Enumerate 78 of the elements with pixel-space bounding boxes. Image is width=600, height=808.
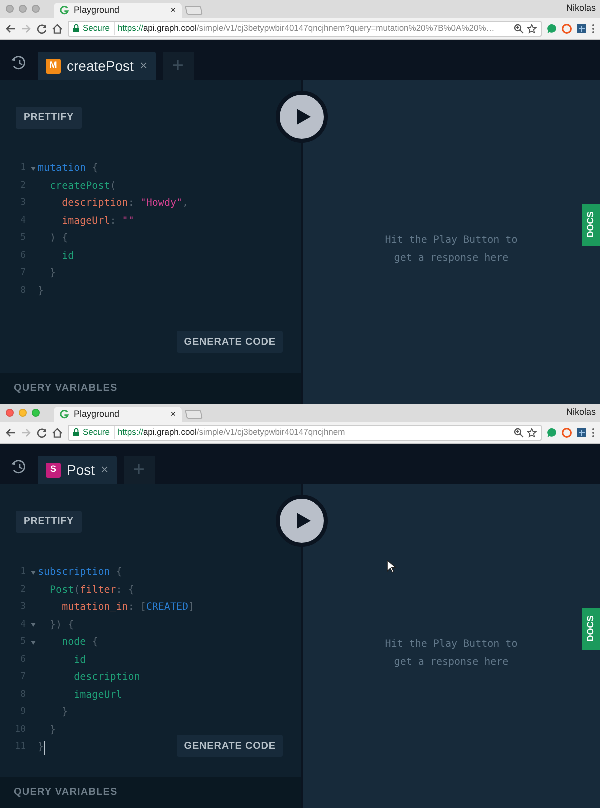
code-line: description: "Howdy", <box>61 197 189 212</box>
url-text: https://api.graph.cool/simple/v1/cj3betypwbir40147qncjhnem <box>118 426 346 439</box>
code-line: subscription { <box>38 566 122 580</box>
operation-badge: S <box>46 462 61 478</box>
back-icon[interactable] <box>5 24 16 34</box>
reload-icon[interactable] <box>37 428 47 438</box>
code-line: createPost( <box>49 180 116 194</box>
chat-bubble-icon[interactable] <box>547 428 557 438</box>
grid-icon[interactable] <box>577 24 587 34</box>
code-line: description <box>73 671 140 686</box>
home-icon[interactable] <box>52 24 63 34</box>
generate-code-button[interactable]: GENERATE CODE <box>177 735 283 757</box>
lock-icon <box>73 24 80 33</box>
browser-tab[interactable]: Playground × <box>54 407 182 422</box>
code-line: } <box>49 267 56 282</box>
history-icon[interactable] <box>10 459 28 475</box>
prettify-button[interactable]: PRETTIFY <box>16 107 82 129</box>
play-icon <box>296 512 312 530</box>
g-logo-icon <box>60 6 69 15</box>
code-line: }) { <box>49 618 74 633</box>
profile-name[interactable]: Nikolas <box>566 2 600 16</box>
code-line: imageUrl <box>73 688 122 703</box>
zoom-icon[interactable] <box>514 24 524 34</box>
url-text: https://api.graph.cool/simple/v1/cj3betypwbir40147qncjhnem?query=mutation%20%7B%0A%20%… <box>118 22 496 35</box>
docs-tab[interactable]: DOCS <box>582 608 600 650</box>
browser-tab[interactable]: Playground × <box>54 3 182 18</box>
prettify-button[interactable]: PRETTIFY <box>16 511 82 533</box>
code-line: } <box>61 706 68 720</box>
home-icon[interactable] <box>52 428 63 438</box>
code-line: mutation_in: [CREATED] <box>61 601 195 616</box>
generate-code-button[interactable]: GENERATE CODE <box>177 331 283 353</box>
close-icon[interactable]: × <box>170 408 176 422</box>
menu-icon[interactable] <box>592 428 595 438</box>
history-icon[interactable] <box>10 55 28 71</box>
tab-title: Playground <box>74 408 121 421</box>
close-icon[interactable]: × <box>101 460 109 480</box>
g-logo-icon <box>60 410 69 419</box>
code-line: mutation { <box>38 162 98 176</box>
zoom-icon[interactable] <box>514 428 524 438</box>
query-variables-bar[interactable]: QUERY VARIABLES <box>0 777 301 808</box>
star-icon[interactable] <box>527 428 537 438</box>
play-icon <box>296 108 312 126</box>
star-icon[interactable] <box>527 24 537 34</box>
fold-arrow-icon[interactable] <box>30 640 36 645</box>
back-icon[interactable] <box>5 428 16 438</box>
close-icon[interactable]: × <box>170 4 176 18</box>
code-line: id <box>61 250 74 264</box>
docs-tab[interactable]: DOCS <box>582 204 600 246</box>
grid-icon[interactable] <box>577 428 587 438</box>
code-line: imageUrl: "" <box>61 214 134 229</box>
fold-arrow-icon[interactable] <box>30 166 36 171</box>
code-line: Post(filter: { <box>49 584 134 598</box>
operation-badge: M <box>46 58 61 74</box>
code-line: ) { <box>49 232 68 246</box>
tab-title: Playground <box>74 4 121 17</box>
response-hint: Hit the Play Button to get a response here <box>384 234 519 266</box>
code-line: } <box>49 724 56 738</box>
code-line: id <box>73 654 86 668</box>
menu-icon[interactable] <box>592 24 595 34</box>
chat-bubble-icon[interactable] <box>547 24 557 34</box>
query-tab[interactable]: M createPost × <box>38 52 156 80</box>
address-bar[interactable]: Secure https://api.graph.cool/simple/v1/cj3betypwbir40147qncjhnem <box>68 424 542 440</box>
code-line: node { <box>61 636 98 650</box>
query-tab[interactable]: S Post × <box>38 456 117 484</box>
response-hint: Hit the Play Button to get a response here <box>384 638 519 670</box>
code-line: } <box>38 741 44 756</box>
fold-arrow-icon[interactable] <box>30 570 36 575</box>
address-bar[interactable]: Secure https://api.graph.cool/simple/v1/cj3betypwbir40147qncjhnem?query=mutation%20%7B%0A%20%… <box>68 20 542 36</box>
profile-name[interactable]: Nikolas <box>566 406 600 420</box>
lock-icon <box>73 428 80 437</box>
close-icon[interactable]: × <box>140 56 148 76</box>
query-variables-bar[interactable]: QUERY VARIABLES <box>0 373 301 404</box>
secure-label: Secure <box>83 22 115 35</box>
reload-icon[interactable] <box>37 24 47 34</box>
secure-label: Secure <box>83 426 115 439</box>
fold-arrow-icon[interactable] <box>30 623 36 628</box>
code-line: } <box>38 284 44 299</box>
window-button[interactable] <box>6 409 14 417</box>
